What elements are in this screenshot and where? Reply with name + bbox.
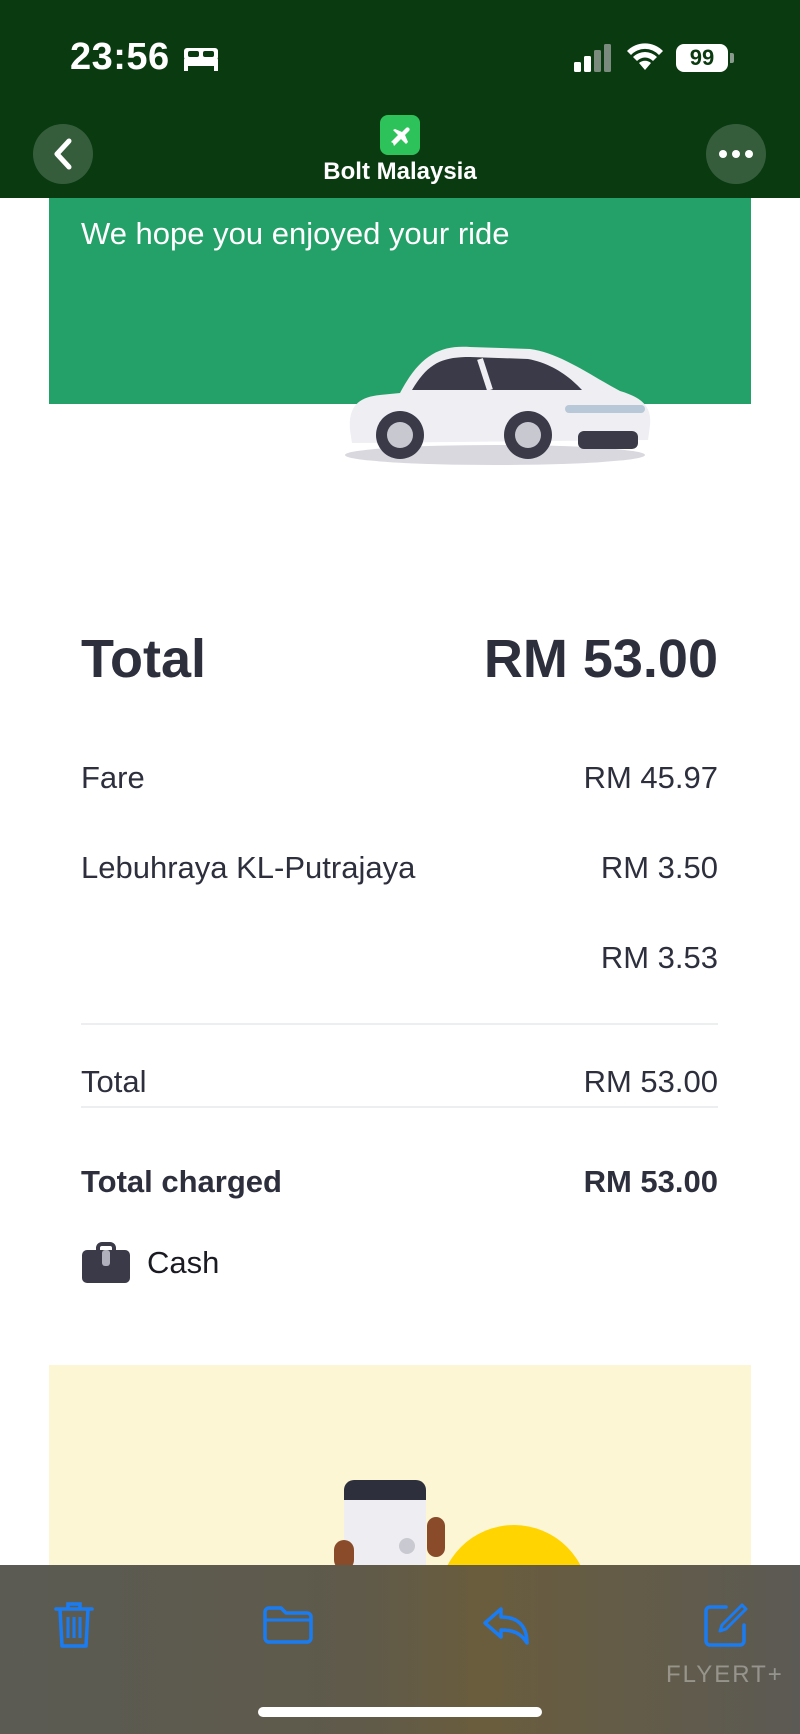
toll-value: RM 3.50 xyxy=(600,850,718,885)
total-heading-label: Total xyxy=(81,629,206,689)
compose-button[interactable] xyxy=(696,1595,756,1655)
promo-banner xyxy=(49,1365,751,1565)
hand-illustration xyxy=(334,1540,354,1565)
battery-nub xyxy=(730,53,734,63)
move-to-folder-button[interactable] xyxy=(258,1595,318,1655)
wallet-icon xyxy=(82,1242,130,1283)
delete-button[interactable] xyxy=(44,1595,104,1655)
hand-illustration xyxy=(427,1517,445,1557)
wifi-icon xyxy=(627,43,663,70)
sender-title: Bolt Malaysia xyxy=(323,158,477,185)
reply-button[interactable] xyxy=(476,1595,536,1655)
divider xyxy=(81,1106,718,1108)
total-heading-value: RM 53.00 xyxy=(483,629,718,689)
trash-icon xyxy=(54,1602,94,1648)
subtotal-label: Total xyxy=(81,1064,147,1099)
car-illustration xyxy=(345,346,651,465)
extra-charge-value: RM 3.53 xyxy=(600,940,718,975)
status-time: 23:56 xyxy=(70,36,170,78)
map-pin-dot xyxy=(399,1538,415,1554)
hero-text: We hope you enjoyed your ride xyxy=(81,216,510,251)
divider xyxy=(81,1023,718,1025)
app-header: 23:56 99 Bolt Malaysia xyxy=(0,0,800,198)
sun-illustration xyxy=(439,1525,589,1565)
bed-icon xyxy=(184,48,218,71)
phone-illustration xyxy=(344,1480,426,1565)
subtotal-value: RM 53.00 xyxy=(583,1064,718,1099)
ellipsis-icon xyxy=(719,150,753,158)
cellular-signal-icon xyxy=(574,44,611,72)
payment-method-label: Cash xyxy=(147,1245,220,1280)
total-charged-value: RM 53.00 xyxy=(583,1164,718,1199)
compose-icon xyxy=(704,1603,748,1647)
total-charged-label: Total charged xyxy=(81,1164,282,1199)
reply-icon xyxy=(483,1607,529,1645)
fare-value: RM 45.97 xyxy=(583,760,718,795)
fare-label: Fare xyxy=(81,760,145,795)
home-indicator[interactable] xyxy=(258,1707,542,1717)
airplane-icon xyxy=(391,127,410,146)
battery-indicator: 99 xyxy=(676,44,728,72)
watermark: FLYERT+ xyxy=(666,1661,784,1688)
mail-toolbar: FLYERT+ xyxy=(0,1565,800,1734)
app-icon xyxy=(380,115,420,155)
toll-label: Lebuhraya KL-Putrajaya xyxy=(81,850,416,885)
more-button[interactable] xyxy=(706,124,766,184)
folder-icon xyxy=(263,1606,313,1644)
